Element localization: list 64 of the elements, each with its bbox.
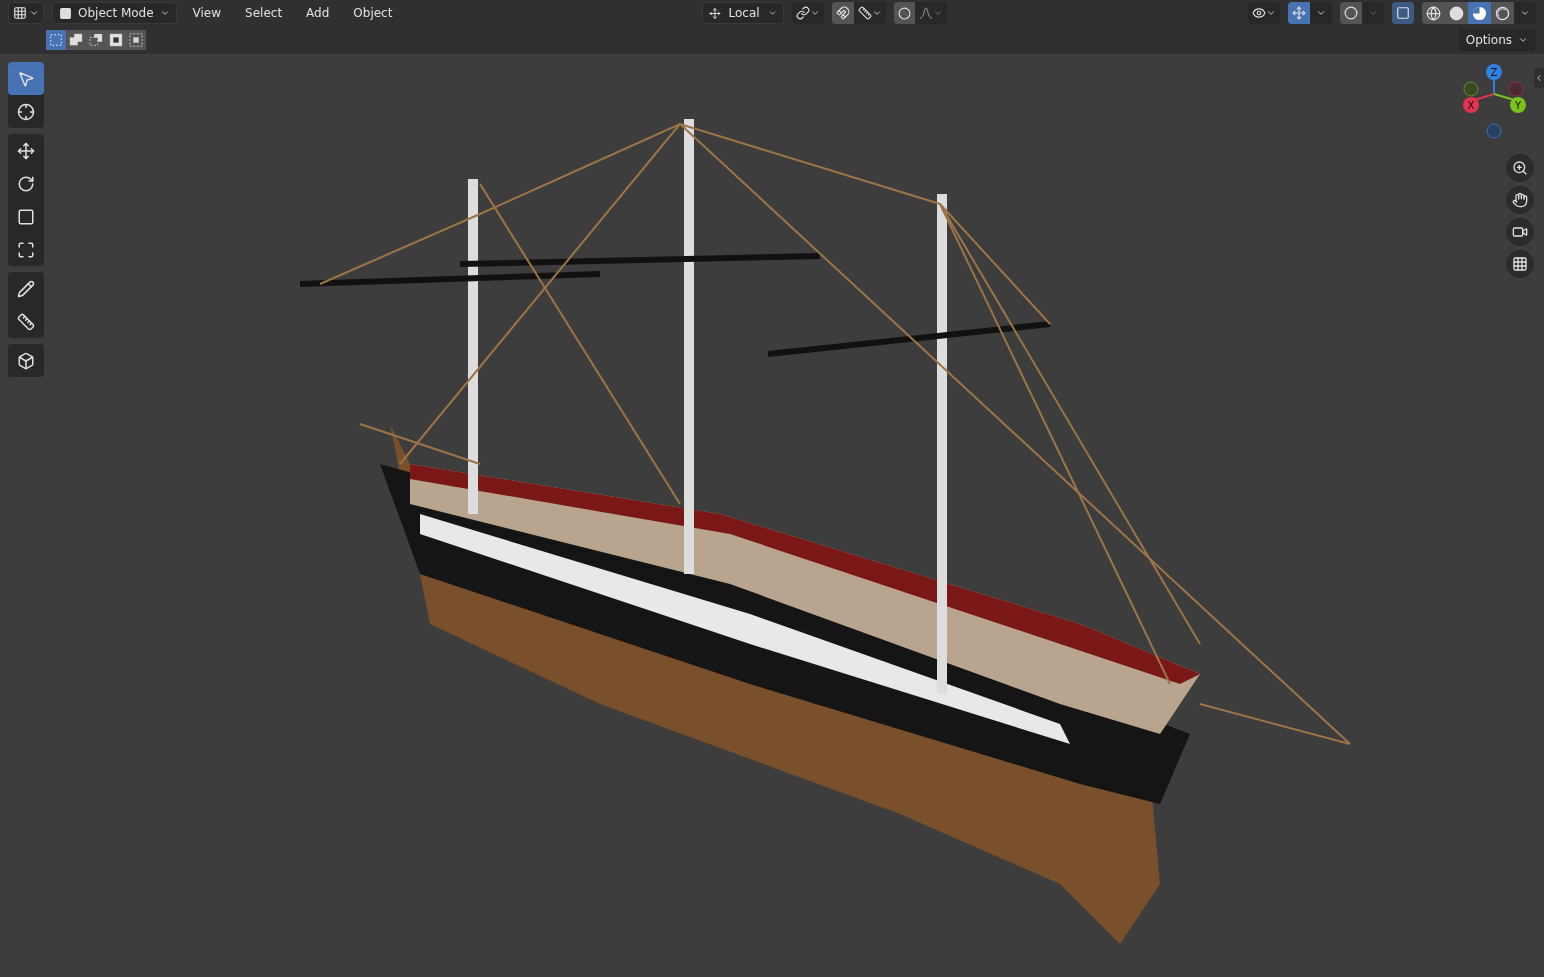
chevron-left-icon — [1534, 73, 1544, 83]
menu-item[interactable]: Select — [237, 4, 291, 22]
shading-button[interactable] — [1445, 2, 1468, 24]
select-mode-button[interactable] — [126, 30, 146, 50]
select-mode-button[interactable] — [106, 30, 126, 50]
rotate-icon — [17, 174, 35, 193]
material-sphere-icon — [1472, 5, 1487, 21]
zoom-button[interactable] — [1506, 154, 1534, 182]
grid-icon — [1512, 256, 1528, 272]
visibility-button[interactable] — [1248, 2, 1280, 24]
chevron-down-icon — [1266, 8, 1276, 18]
move-icon — [17, 141, 35, 160]
mode-dropdown[interactable]: Object Mode — [52, 2, 177, 24]
chevron-down-icon — [159, 8, 170, 18]
wireframe-icon — [1426, 5, 1441, 21]
select-new-icon — [49, 33, 63, 47]
rendered-sphere-icon — [1495, 5, 1510, 21]
gizmo-toggle[interactable] — [1288, 2, 1310, 24]
axis-gizmo-drawing[interactable]: Z X Y — [1454, 64, 1534, 154]
pan-button[interactable] — [1506, 186, 1534, 214]
select-intersect-icon — [129, 33, 143, 47]
falloff-curve-icon — [918, 6, 933, 20]
select-mode-button[interactable] — [66, 30, 86, 50]
chevron-down-icon — [871, 8, 882, 18]
shading-button[interactable] — [1468, 2, 1491, 24]
chevron-down-icon — [767, 8, 777, 18]
chevron-down-icon — [932, 8, 943, 18]
menu-item[interactable]: View — [184, 4, 230, 22]
camera-icon — [1512, 224, 1528, 240]
menu-item[interactable]: Add — [298, 4, 338, 22]
xray-toggle[interactable] — [1392, 2, 1414, 24]
perspective-button[interactable] — [1506, 250, 1534, 278]
chevron-down-icon — [1520, 8, 1530, 18]
chevron-down-icon — [29, 8, 39, 18]
chevron-down-icon — [1518, 35, 1528, 45]
snap-target-button[interactable] — [853, 2, 886, 24]
select-invert-icon — [109, 33, 123, 47]
chevron-down-icon — [1316, 8, 1326, 18]
magnet-icon — [835, 6, 850, 20]
orientation-dropdown[interactable]: Local — [701, 2, 784, 24]
pivot-button[interactable] — [791, 2, 824, 24]
chevron-down-icon — [1368, 8, 1378, 18]
eye-icon — [1252, 6, 1266, 20]
shading-button[interactable] — [1491, 2, 1514, 24]
snap-toggle[interactable] — [831, 2, 854, 24]
cursor-icon — [17, 102, 35, 121]
menu-item[interactable]: Object — [345, 4, 401, 22]
shading-button[interactable] — [1422, 2, 1445, 24]
cube-icon — [17, 351, 35, 370]
select-extend-icon — [69, 33, 83, 47]
sidebar-toggle[interactable] — [1534, 68, 1544, 88]
ruler-icon — [17, 312, 35, 331]
solid-sphere-icon — [1449, 5, 1464, 21]
hand-icon — [1512, 192, 1528, 208]
options-dropdown[interactable]: Options — [1457, 29, 1536, 51]
camera-view-button[interactable] — [1506, 218, 1534, 246]
zoom-icon — [1512, 160, 1528, 176]
overlay-toggle[interactable] — [1340, 2, 1362, 24]
select-subtract-icon — [89, 33, 103, 47]
proportional-toggle[interactable] — [893, 2, 915, 24]
editor-type-button[interactable] — [8, 2, 44, 24]
pencil-icon — [17, 279, 35, 298]
select-mode-button[interactable] — [86, 30, 106, 50]
chevron-down-icon — [809, 8, 820, 18]
